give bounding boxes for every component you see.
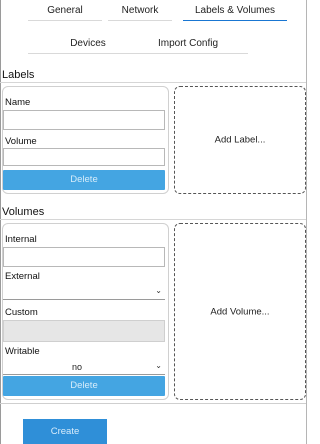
writable-select[interactable]: no ⌄ xyxy=(3,360,165,375)
internal-input[interactable] xyxy=(3,247,165,267)
tab-devices-underline xyxy=(28,53,148,54)
delete-volume-button[interactable]: Delete xyxy=(3,376,165,396)
external-label: External xyxy=(5,271,40,282)
tab-network-underline xyxy=(108,20,172,21)
add-label-text: Add Label... xyxy=(214,134,266,146)
add-label-button[interactable]: Add Label... xyxy=(174,86,306,194)
tab-import-config[interactable]: Import Config xyxy=(148,36,228,52)
internal-label: Internal xyxy=(5,234,37,245)
tab-labels-volumes[interactable]: Labels & Volumes xyxy=(185,3,285,19)
add-volume-button[interactable]: Add Volume... xyxy=(174,223,306,400)
tab-import-config-underline xyxy=(148,53,248,54)
tab-labels-volumes-underline xyxy=(183,20,287,21)
label-card: Name Volume Delete xyxy=(2,86,169,194)
custom-input xyxy=(3,320,165,342)
labels-section-divider xyxy=(0,82,306,83)
name-input[interactable] xyxy=(3,110,165,130)
dialog-right-border xyxy=(306,0,307,444)
add-volume-text: Add Volume... xyxy=(210,306,270,317)
tab-devices[interactable]: Devices xyxy=(48,36,128,52)
volume-input[interactable] xyxy=(3,148,165,166)
volumes-section-divider xyxy=(0,219,306,220)
writable-select-value: no xyxy=(71,362,82,372)
tab-network[interactable]: Network xyxy=(110,3,170,19)
create-button[interactable]: Create xyxy=(23,419,107,444)
labels-section-title: Labels xyxy=(2,69,35,81)
external-select[interactable]: ⌄ xyxy=(3,285,165,300)
delete-label-button[interactable]: Delete xyxy=(3,170,165,190)
writable-label: Writable xyxy=(5,346,40,357)
tab-general-underline xyxy=(28,20,102,21)
custom-label: Custom xyxy=(5,307,38,318)
volume-label: Volume xyxy=(5,136,37,147)
chevron-down-icon: ⌄ xyxy=(155,286,162,295)
volume-card: Internal External ⌄ Custom Writable no ⌄… xyxy=(2,223,169,400)
name-label: Name xyxy=(5,97,31,108)
volumes-section-title: Volumes xyxy=(2,206,45,218)
footer-divider xyxy=(0,403,306,404)
tab-general[interactable]: General xyxy=(33,3,97,19)
chevron-down-icon: ⌄ xyxy=(155,361,162,370)
